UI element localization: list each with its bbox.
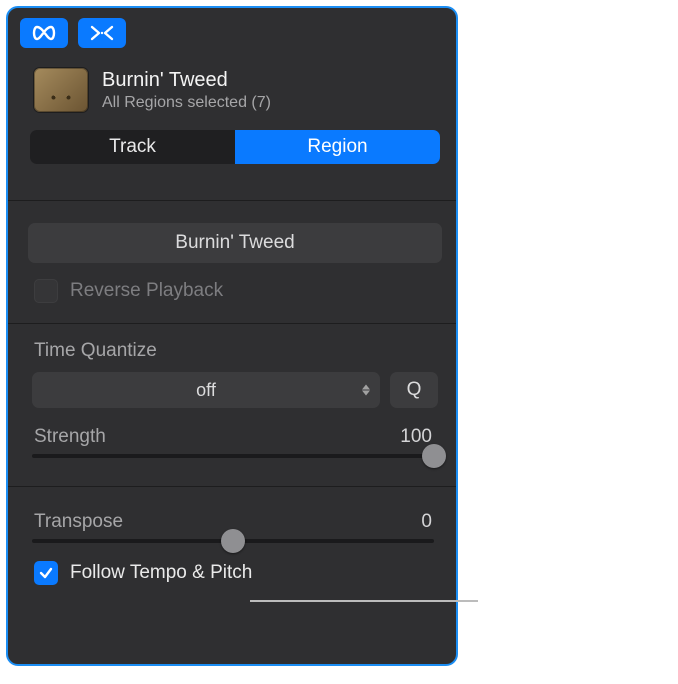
segment-track[interactable]: Track: [30, 130, 235, 164]
quantize-apply-button[interactable]: Q: [390, 372, 438, 408]
region-header: Burnin' Tweed All Regions selected (7): [8, 54, 456, 116]
reverse-playback-checkbox[interactable]: [34, 279, 58, 303]
audio-editor-inspector-panel: Burnin' Tweed All Regions selected (7) T…: [6, 6, 458, 666]
merge-button[interactable]: [78, 18, 126, 48]
time-quantize-section: Time Quantize: [8, 324, 456, 366]
time-quantize-select[interactable]: off: [32, 372, 380, 408]
checkmark-icon: [39, 566, 53, 580]
follow-tempo-pitch-checkbox[interactable]: [34, 561, 58, 585]
loop-icon: [31, 25, 57, 41]
time-quantize-value: off: [196, 380, 216, 401]
strength-label: Strength: [34, 426, 106, 448]
transpose-slider[interactable]: [32, 539, 434, 543]
track-region-segmented-control[interactable]: Track Region: [30, 130, 440, 164]
transpose-value: 0: [421, 511, 432, 533]
reverse-playback-row: Reverse Playback: [8, 275, 456, 317]
region-subtitle: All Regions selected (7): [102, 94, 271, 112]
track-thumbnail: [34, 68, 88, 112]
time-quantize-label: Time Quantize: [34, 340, 436, 362]
follow-tempo-pitch-label: Follow Tempo & Pitch: [70, 562, 252, 584]
select-stepper-icon: [362, 385, 370, 396]
strength-slider[interactable]: [32, 454, 434, 458]
region-name-field[interactable]: Burnin' Tweed: [28, 223, 442, 263]
callout-leader-line: [250, 600, 478, 602]
strength-slider-thumb[interactable]: [422, 444, 446, 468]
segment-region[interactable]: Region: [235, 130, 440, 164]
section-divider: [8, 200, 456, 201]
transpose-label: Transpose: [34, 511, 123, 533]
toolbar: [8, 8, 456, 54]
loop-mode-button[interactable]: [20, 18, 68, 48]
merge-arrows-icon: [89, 24, 115, 42]
region-title: Burnin' Tweed: [102, 69, 271, 92]
reverse-playback-label: Reverse Playback: [70, 280, 223, 302]
transpose-slider-thumb[interactable]: [221, 529, 245, 553]
